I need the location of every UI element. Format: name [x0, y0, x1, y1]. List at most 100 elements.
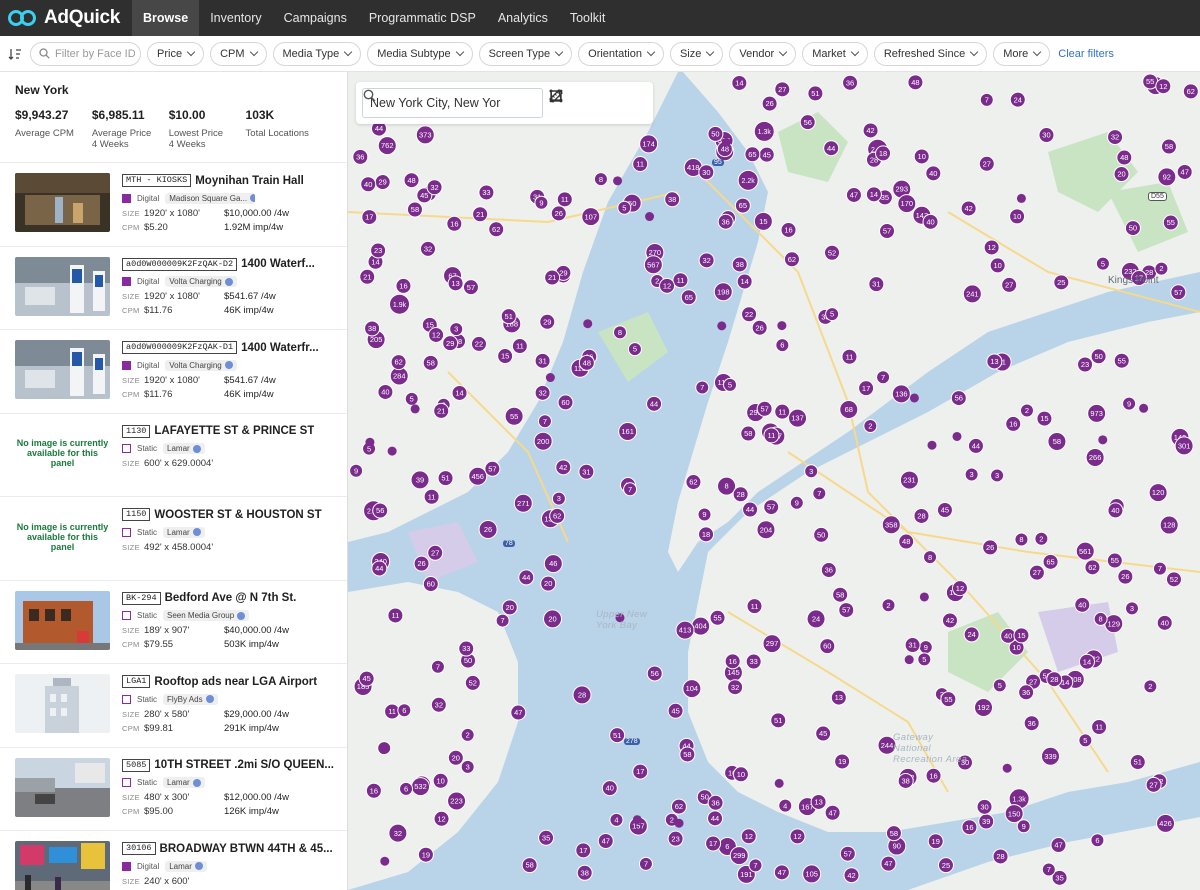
cluster-marker[interactable]: 52 — [1165, 571, 1182, 588]
cluster-marker[interactable]: 12 — [951, 580, 968, 597]
cluster-marker[interactable]: 62 — [1182, 83, 1199, 100]
cluster-marker[interactable]: 14 — [731, 74, 748, 91]
ruler-icon[interactable] — [549, 88, 646, 118]
cluster-marker[interactable]: 57 — [484, 460, 501, 477]
cluster-marker[interactable]: 8 — [1014, 532, 1029, 547]
cluster-marker[interactable]: 7 — [1041, 862, 1056, 877]
cluster-marker[interactable]: 21 — [544, 269, 561, 286]
filter-vendor[interactable]: Vendor — [729, 41, 797, 66]
filter-cpm[interactable]: CPM — [210, 41, 267, 66]
cluster-marker[interactable]: 9 — [789, 495, 804, 510]
map-location-search[interactable] — [362, 88, 543, 118]
cluster-marker[interactable]: 2 — [881, 598, 896, 613]
cluster-marker[interactable]: 2 — [1154, 261, 1169, 276]
cluster-marker[interactable]: 11 — [841, 348, 858, 365]
cluster-marker[interactable]: 44 — [518, 569, 535, 586]
cluster-marker[interactable]: 58 — [679, 746, 696, 763]
cluster-marker[interactable]: 48 — [907, 74, 924, 91]
cluster-marker[interactable]: 32 — [1107, 129, 1124, 146]
cluster-marker[interactable]: 57 — [879, 223, 896, 240]
location-dot[interactable] — [1098, 435, 1108, 445]
cluster-marker[interactable]: 27 — [427, 544, 444, 561]
tab-inventory[interactable]: Inventory — [199, 0, 272, 36]
cluster-marker[interactable]: 29 — [442, 335, 459, 352]
cluster-marker[interactable]: 3 — [804, 464, 819, 479]
cluster-marker[interactable]: 13 — [830, 689, 847, 706]
cluster-marker[interactable]: 28 — [572, 685, 592, 705]
filter-media-type[interactable]: Media Type — [272, 41, 362, 66]
listing-title[interactable]: LAFAYETTE ST & PRINCE ST — [154, 425, 314, 437]
listing-title[interactable]: Bedford Ave @ N 7th St. — [165, 592, 297, 604]
cluster-marker[interactable]: 32 — [419, 240, 436, 257]
cluster-marker[interactable]: 3 — [990, 468, 1005, 483]
cluster-marker[interactable]: 17 — [575, 842, 592, 859]
cluster-marker[interactable]: 62 — [549, 507, 566, 524]
cluster-marker[interactable]: 36 — [707, 794, 724, 811]
cluster-marker[interactable]: 3 — [449, 322, 464, 337]
cluster-marker[interactable]: 36 — [1018, 684, 1035, 701]
cluster-marker[interactable]: 7 — [623, 482, 638, 497]
cluster-marker[interactable]: 10 — [913, 148, 930, 165]
cluster-marker[interactable]: 339 — [1040, 746, 1060, 766]
cluster-marker[interactable]: 47 — [773, 864, 790, 881]
cluster-marker[interactable]: 30 — [1038, 127, 1055, 144]
location-dot[interactable] — [545, 373, 555, 383]
cluster-marker[interactable]: 24 — [963, 626, 980, 643]
cluster-marker[interactable]: 5 — [825, 307, 840, 322]
cluster-marker[interactable]: 58 — [422, 354, 439, 371]
cluster-marker[interactable]: 14 — [736, 273, 753, 290]
cluster-marker[interactable]: 2 — [1034, 531, 1049, 546]
location-dot[interactable] — [1016, 193, 1026, 203]
cluster-marker[interactable]: 27 — [1028, 564, 1045, 581]
cluster-marker[interactable]: 15 — [1013, 627, 1030, 644]
cluster-marker[interactable]: 57 — [462, 279, 479, 296]
cluster-marker[interactable]: 24 — [1009, 91, 1026, 108]
filter-size[interactable]: Size — [669, 41, 724, 66]
cluster-marker[interactable]: 48 — [1116, 149, 1133, 166]
cluster-marker[interactable]: 57 — [839, 845, 856, 862]
cluster-marker[interactable]: 198 — [713, 282, 733, 302]
filter-media-subtype[interactable]: Media Subtype — [367, 41, 473, 66]
cluster-marker[interactable]: 373 — [415, 125, 435, 145]
app-logo[interactable]: AdQuick — [0, 0, 132, 36]
cluster-marker[interactable]: 12 — [789, 828, 806, 845]
cluster-marker[interactable]: 48 — [403, 172, 420, 189]
cluster-marker[interactable]: 107 — [581, 207, 601, 227]
cluster-marker[interactable]: 223 — [447, 791, 467, 811]
cluster-marker[interactable]: 128 — [1159, 515, 1179, 535]
filter-market[interactable]: Market — [802, 41, 868, 66]
cluster-marker[interactable]: 33 — [478, 184, 495, 201]
cluster-marker[interactable]: 42 — [941, 612, 958, 629]
cluster-marker[interactable]: 44 — [742, 501, 759, 518]
cluster-marker[interactable]: 58 — [521, 857, 538, 874]
cluster-marker[interactable]: 32 — [727, 679, 744, 696]
cluster-marker[interactable]: 9 — [534, 195, 549, 210]
cluster-marker[interactable]: 51 — [770, 712, 787, 729]
cluster-marker[interactable]: 9 — [918, 640, 933, 655]
location-dot[interactable] — [387, 446, 397, 456]
cluster-marker[interactable]: 36 — [1023, 715, 1040, 732]
cluster-marker[interactable]: 31 — [578, 463, 595, 480]
cluster-marker[interactable]: 65 — [734, 197, 751, 214]
cluster-marker[interactable]: 68 — [839, 399, 859, 419]
map-canvas[interactable]: 2046781468392026153292655241071421335011… — [348, 72, 1200, 890]
listing-title[interactable]: BROADWAY BTWN 44TH & 45... — [160, 843, 333, 855]
location-dot[interactable] — [1139, 403, 1149, 413]
cluster-marker[interactable]: 9 — [1122, 396, 1137, 411]
cluster-marker[interactable]: 55 — [709, 609, 726, 626]
cluster-marker[interactable]: 299 — [729, 846, 749, 866]
cluster-marker[interactable]: 11 — [672, 272, 689, 289]
cluster-marker[interactable]: 5 — [723, 377, 738, 392]
cluster-marker[interactable]: 3 — [460, 759, 475, 774]
cluster-marker[interactable]: 58 — [1047, 431, 1067, 451]
cluster-marker[interactable]: 8 — [923, 550, 938, 565]
cluster-marker[interactable]: 27 — [774, 81, 791, 98]
cluster-marker[interactable]: 50 — [1124, 220, 1141, 237]
cluster-marker[interactable]: 45 — [815, 725, 832, 742]
cluster-marker[interactable]: 65 — [744, 146, 761, 163]
cluster-marker[interactable]: 44 — [646, 395, 663, 412]
cluster-marker[interactable]: 92 — [1157, 167, 1177, 187]
cluster-marker[interactable]: 27 — [1145, 776, 1162, 793]
cluster-marker[interactable]: 6 — [399, 781, 414, 796]
listing-title[interactable]: 10TH STREET .2mi S/O QUEEN... — [154, 759, 334, 771]
